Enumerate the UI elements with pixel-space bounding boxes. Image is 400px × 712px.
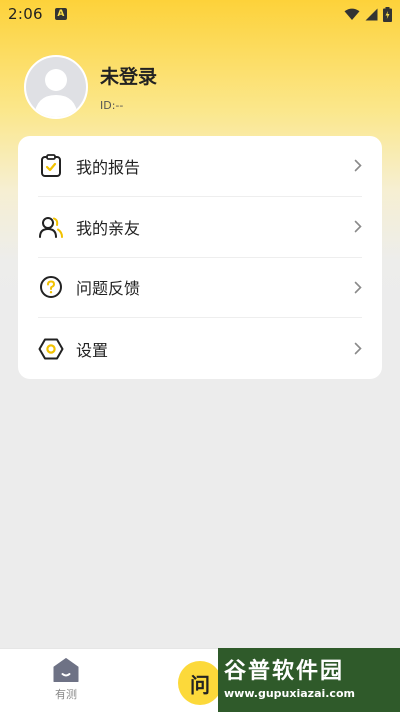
chevron-right-icon [348, 342, 362, 356]
status-bar: 2:06 A [0, 0, 400, 28]
chevron-right-icon [348, 159, 362, 173]
chevron-right-icon [348, 220, 362, 234]
avatar[interactable] [24, 55, 88, 119]
nav-label-home: 有测 [55, 688, 77, 701]
watermark-url: www.gupuxiazai.com [224, 687, 355, 700]
chevron-right-icon [348, 280, 362, 294]
profile-header[interactable]: 未登录 ID:-- [24, 55, 157, 119]
default-avatar-icon [26, 57, 86, 117]
clipboard-check-icon [38, 153, 64, 179]
notification-icon: A [54, 8, 67, 20]
question-icon [38, 274, 64, 300]
nav-item-question[interactable]: 问 [178, 661, 222, 705]
home-icon [53, 658, 79, 682]
signal-icon [365, 8, 378, 20]
menu-item-my-contacts[interactable]: 我的亲友 [38, 197, 362, 258]
menu-label: 设置 [76, 340, 109, 360]
wifi-icon [344, 8, 360, 20]
status-time: 2:06 [8, 5, 43, 23]
menu-item-feedback[interactable]: 问题反馈 [38, 258, 362, 319]
menu-item-my-report[interactable]: 我的报告 [38, 136, 362, 197]
settings-icon [38, 336, 64, 362]
menu-card: 我的报告 我的亲友 问题反馈 设置 [18, 136, 382, 379]
nav-item-home[interactable]: 有测 [42, 657, 90, 702]
watermark: 谷普软件园 www.gupuxiazai.com [218, 648, 400, 712]
user-id: ID:-- [100, 99, 124, 112]
menu-label: 我的报告 [76, 157, 141, 177]
contacts-icon [38, 214, 64, 240]
menu-item-settings[interactable]: 设置 [38, 318, 362, 379]
profile-screen: 2:06 A 未登录 ID:-- 我的报告 我的亲友 问题反馈 设置 有测 问 … [0, 0, 400, 712]
username: 未登录 [100, 66, 158, 88]
battery-icon [383, 6, 392, 22]
menu-label: 问题反馈 [76, 279, 141, 299]
menu-label: 我的亲友 [76, 218, 141, 238]
watermark-title: 谷普软件园 [224, 659, 345, 684]
